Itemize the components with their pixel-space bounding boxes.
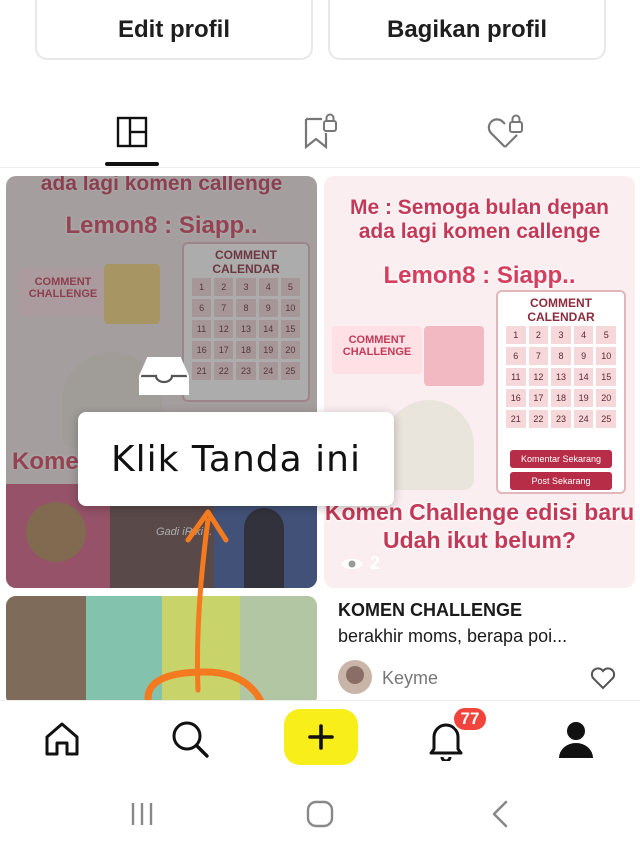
challenge-line2: Udah ikut belum? bbox=[383, 527, 576, 553]
nav-profile[interactable] bbox=[552, 715, 600, 763]
avatar[interactable] bbox=[338, 660, 372, 694]
active-tab-indicator bbox=[105, 162, 159, 166]
system-nav-bar bbox=[0, 776, 640, 852]
system-back-button[interactable] bbox=[478, 794, 522, 834]
home-icon bbox=[45, 722, 79, 756]
inbox-icon[interactable] bbox=[138, 354, 190, 398]
system-home-icon bbox=[306, 800, 334, 828]
profile-tabs bbox=[0, 100, 640, 168]
poster-illustration bbox=[424, 326, 484, 386]
annotation-tooltip: Klik Tanda ini bbox=[78, 412, 394, 506]
recent-apps-button[interactable] bbox=[120, 794, 164, 834]
bottom-nav bbox=[0, 700, 640, 776]
comment-challenge-badge: COMMENT CHALLENGE bbox=[332, 326, 422, 374]
poster-heading-line2: ada lagi komen callenge bbox=[358, 220, 601, 243]
view-count: 2 bbox=[340, 553, 380, 574]
notification-badge: 77 bbox=[452, 706, 488, 732]
author-name[interactable]: Keyme bbox=[382, 668, 438, 689]
tab-saved[interactable] bbox=[294, 112, 346, 152]
poster-lemon-line: Lemon8 : Siapp.. bbox=[383, 262, 576, 289]
comment-calendar: COMMENT CALENDAR 12345 6 7 8 9 10 11 12 13 14 15… bbox=[496, 290, 626, 494]
thumb-part bbox=[162, 596, 240, 706]
create-post-button[interactable] bbox=[284, 709, 358, 765]
search-icon bbox=[172, 721, 209, 758]
thumb-part bbox=[6, 596, 86, 706]
person-icon bbox=[559, 722, 593, 758]
profile-actions: Edit profil Bagikan profil bbox=[0, 0, 640, 64]
view-count-value: 2 bbox=[370, 553, 381, 573]
poster-person-photo bbox=[384, 400, 474, 490]
system-home-button[interactable] bbox=[298, 794, 342, 834]
plus-icon bbox=[308, 724, 334, 750]
heart-icon[interactable] bbox=[590, 666, 616, 690]
calendar-grid: 12345 6 7 8 9 10 11 12 13 14 15 16 17 18 19 20 21 22 2… bbox=[506, 326, 616, 428]
heart-lock-icon bbox=[487, 114, 523, 148]
edit-profile-button[interactable]: Edit profil bbox=[35, 0, 313, 60]
nav-home[interactable] bbox=[38, 715, 86, 763]
bookmark-lock-icon bbox=[304, 113, 337, 150]
calendar-comment-button: Komentar Sekarang bbox=[510, 450, 612, 468]
calendar-title: COMMENT CALENDAR bbox=[527, 296, 595, 324]
poster-heading-line1: Me : Semoga bulan depan bbox=[349, 196, 610, 219]
nav-search[interactable] bbox=[166, 715, 214, 763]
grid-icon bbox=[116, 116, 148, 148]
back-icon bbox=[492, 800, 508, 828]
tab-posts[interactable] bbox=[106, 112, 158, 152]
tab-liked[interactable] bbox=[480, 112, 532, 152]
post-title[interactable]: KOMEN CHALLENGE bbox=[338, 600, 628, 621]
post-card-1[interactable]: ada lagi komen callenge Lemon8 : Siapp..… bbox=[6, 176, 317, 588]
post-card-3[interactable] bbox=[6, 596, 317, 706]
thumb-part bbox=[240, 596, 317, 706]
recent-apps-icon bbox=[131, 803, 153, 825]
eye-icon bbox=[341, 558, 363, 569]
calendar-post-button: Post Sekarang bbox=[510, 472, 612, 490]
annotation-text: Klik Tanda ini bbox=[111, 438, 361, 480]
share-profile-button[interactable]: Bagikan profil bbox=[328, 0, 606, 60]
thumb-part bbox=[86, 596, 162, 706]
post-subtitle[interactable]: berakhir moms, berapa poi... bbox=[338, 626, 628, 647]
post-card-2[interactable]: Me : Semoga bulan depan ada lagi komen c… bbox=[324, 176, 635, 588]
